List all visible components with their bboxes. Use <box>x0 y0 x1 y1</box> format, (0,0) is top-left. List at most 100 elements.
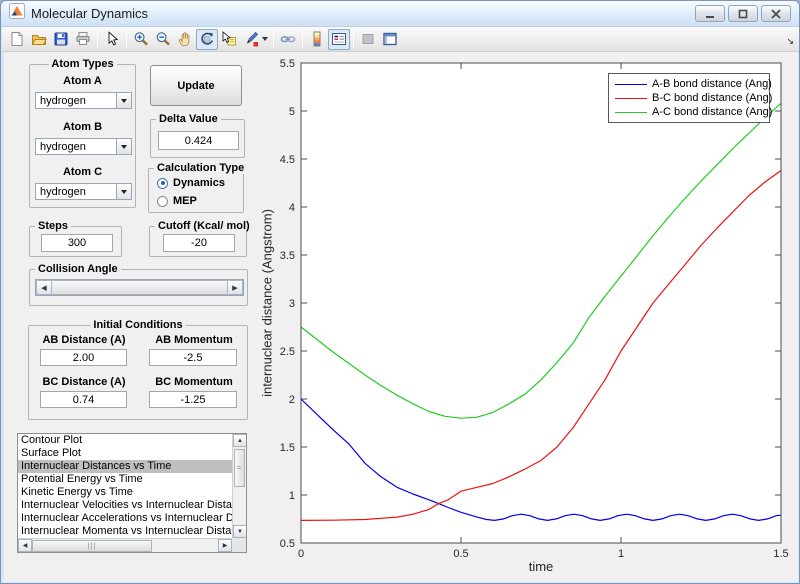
delta-value-legend: Delta Value <box>156 113 221 125</box>
y-axis-label: internuclear distance (Angstrom) <box>259 209 275 397</box>
atom-a-label: Atom A <box>63 75 102 87</box>
link-plots-icon <box>280 31 296 47</box>
scroll-left-arrow[interactable]: ◀ <box>18 539 32 552</box>
zoom-out-button[interactable] <box>152 29 174 50</box>
ab-momentum-field[interactable] <box>149 349 237 366</box>
legend-entry: A-B bond distance (Ang) <box>613 77 772 91</box>
rotate-3d-button[interactable] <box>196 28 218 50</box>
dynamics-radio-row[interactable]: Dynamics <box>157 177 225 189</box>
list-item[interactable]: Contour Plot <box>18 434 232 447</box>
atom-b-label: Atom B <box>62 121 103 133</box>
maximize-button[interactable] <box>728 5 758 22</box>
atom-c-label: Atom C <box>62 166 103 178</box>
list-item[interactable]: Potential Energy vs Time <box>18 473 232 486</box>
ab-momentum-label: AB Momentum <box>155 334 233 346</box>
mep-radio[interactable] <box>157 195 168 207</box>
data-cursor-button[interactable] <box>218 29 240 50</box>
calculation-type-group: Calculation Type Dynamics MEP <box>148 162 248 213</box>
minimize-button[interactable] <box>695 5 725 22</box>
show-plot-tools-dock-figure-button[interactable] <box>379 29 401 50</box>
chevron-down-icon <box>121 189 127 194</box>
steps-legend: Steps <box>35 220 71 232</box>
cutoff-group: Cutoff (Kcal/ mol) <box>149 220 253 257</box>
figure-window-icon <box>382 31 398 47</box>
plot-legend[interactable]: A-B bond distance (Ang) B-C bond distance… <box>608 73 772 123</box>
save-figure-button[interactable] <box>50 29 72 50</box>
atom-c-dropdown[interactable]: hydrogen <box>35 183 132 200</box>
hide-plot-tools-button[interactable] <box>357 29 379 50</box>
delta-value-field[interactable] <box>158 131 239 150</box>
ab-distance-label: AB Distance (A) <box>42 334 126 346</box>
new-figure-icon <box>9 31 25 47</box>
list-item[interactable]: Internuclear Accelerations vs Internucle… <box>18 512 232 525</box>
pointer-icon <box>104 31 120 47</box>
window-title: Molecular Dynamics <box>31 6 149 21</box>
data-cursor-icon <box>221 31 237 47</box>
listbox-horizontal-scrollbar[interactable]: ◀ ||| ▶ <box>18 538 232 552</box>
zoom-in-button[interactable] <box>130 29 152 50</box>
print-figure-button[interactable] <box>72 29 94 50</box>
legend-line-sample <box>615 97 647 99</box>
insert-colorbar-button[interactable] <box>306 29 328 50</box>
list-item[interactable]: Internuclear Momenta vs Internuclear Dis… <box>18 525 232 538</box>
bc-momentum-field[interactable] <box>149 391 237 408</box>
horizontal-scroll-thumb[interactable]: ||| <box>32 540 152 552</box>
insert-legend-button[interactable] <box>328 28 350 50</box>
list-item[interactable]: Internuclear Distances vs Time <box>18 460 232 473</box>
open-file-button[interactable] <box>28 29 50 50</box>
brush-dropdown-caret-icon[interactable] <box>262 37 268 41</box>
update-button[interactable]: Update <box>150 65 242 106</box>
legend-label: A-C bond distance (Ang) <box>652 106 773 118</box>
toolbar-separator <box>126 30 127 48</box>
figure-toolbar: ↘ <box>2 27 799 52</box>
mep-radio-row[interactable]: MEP <box>157 195 197 207</box>
collision-angle-slider[interactable]: ◀ ▶ <box>35 279 244 296</box>
close-button[interactable] <box>761 5 791 22</box>
bc-distance-field[interactable] <box>40 391 127 408</box>
brush-data-button[interactable] <box>240 29 262 50</box>
zoom-out-icon <box>155 31 171 47</box>
bc-distance-label: BC Distance (A) <box>42 376 126 388</box>
mep-radio-label: MEP <box>173 195 197 207</box>
matlab-app-icon <box>9 3 25 24</box>
toolbar-separator <box>97 30 98 48</box>
link-plot-button[interactable] <box>277 29 299 50</box>
atom-b-dropdown[interactable]: hydrogen <box>35 138 132 155</box>
list-item[interactable]: Surface Plot <box>18 447 232 460</box>
print-figure-icon <box>75 31 91 47</box>
cutoff-field[interactable] <box>163 234 235 252</box>
slider-right-arrow[interactable]: ▶ <box>227 280 243 295</box>
new-figure-button[interactable] <box>6 29 28 50</box>
atom-b-dropdown-button[interactable] <box>116 139 131 154</box>
dynamics-radio[interactable] <box>157 177 168 189</box>
atom-b-value: hydrogen <box>40 140 86 153</box>
vertical-scroll-thumb[interactable]: = <box>234 449 245 487</box>
atom-c-dropdown-button[interactable] <box>116 184 131 199</box>
bc-momentum-label: BC Momentum <box>155 376 233 388</box>
toolbar-overflow-chevron[interactable]: ↘ <box>786 36 794 47</box>
list-item[interactable]: Kinetic Energy vs Time <box>18 486 232 499</box>
atom-a-dropdown[interactable]: hydrogen <box>35 92 132 109</box>
slider-thumb[interactable] <box>52 280 227 295</box>
legend-entry: A-C bond distance (Ang) <box>613 105 772 119</box>
scroll-up-arrow[interactable]: ▲ <box>233 434 246 447</box>
slider-left-arrow[interactable]: ◀ <box>36 280 52 295</box>
initial-conditions-legend: Initial Conditions <box>90 319 186 331</box>
matlab-figure-window: Molecular Dynamics ↘ Atom Types Atom A h… <box>0 0 800 584</box>
legend-line-sample <box>615 83 647 85</box>
save-figure-icon <box>53 31 69 47</box>
scroll-down-arrow[interactable]: ▼ <box>233 525 246 538</box>
edit-plot-button[interactable] <box>101 29 123 50</box>
steps-field[interactable] <box>41 234 113 252</box>
ab-distance-field[interactable] <box>40 349 127 366</box>
titlebar[interactable]: Molecular Dynamics <box>1 1 799 27</box>
chevron-down-icon <box>121 98 127 103</box>
plot-type-listbox[interactable]: Contour Plot Surface Plot Internuclear Dis… <box>17 433 247 553</box>
initial-conditions-group: Initial Conditions AB Distance (A) AB Mo… <box>28 319 248 420</box>
pan-button[interactable] <box>174 29 196 50</box>
scroll-right-arrow[interactable]: ▶ <box>218 539 232 552</box>
atom-a-dropdown-button[interactable] <box>116 93 131 108</box>
zoom-in-icon <box>133 31 149 47</box>
listbox-vertical-scrollbar[interactable]: ▲ = ▼ <box>232 434 246 538</box>
list-item[interactable]: Internuclear Velocities vs Internuclear … <box>18 499 232 512</box>
